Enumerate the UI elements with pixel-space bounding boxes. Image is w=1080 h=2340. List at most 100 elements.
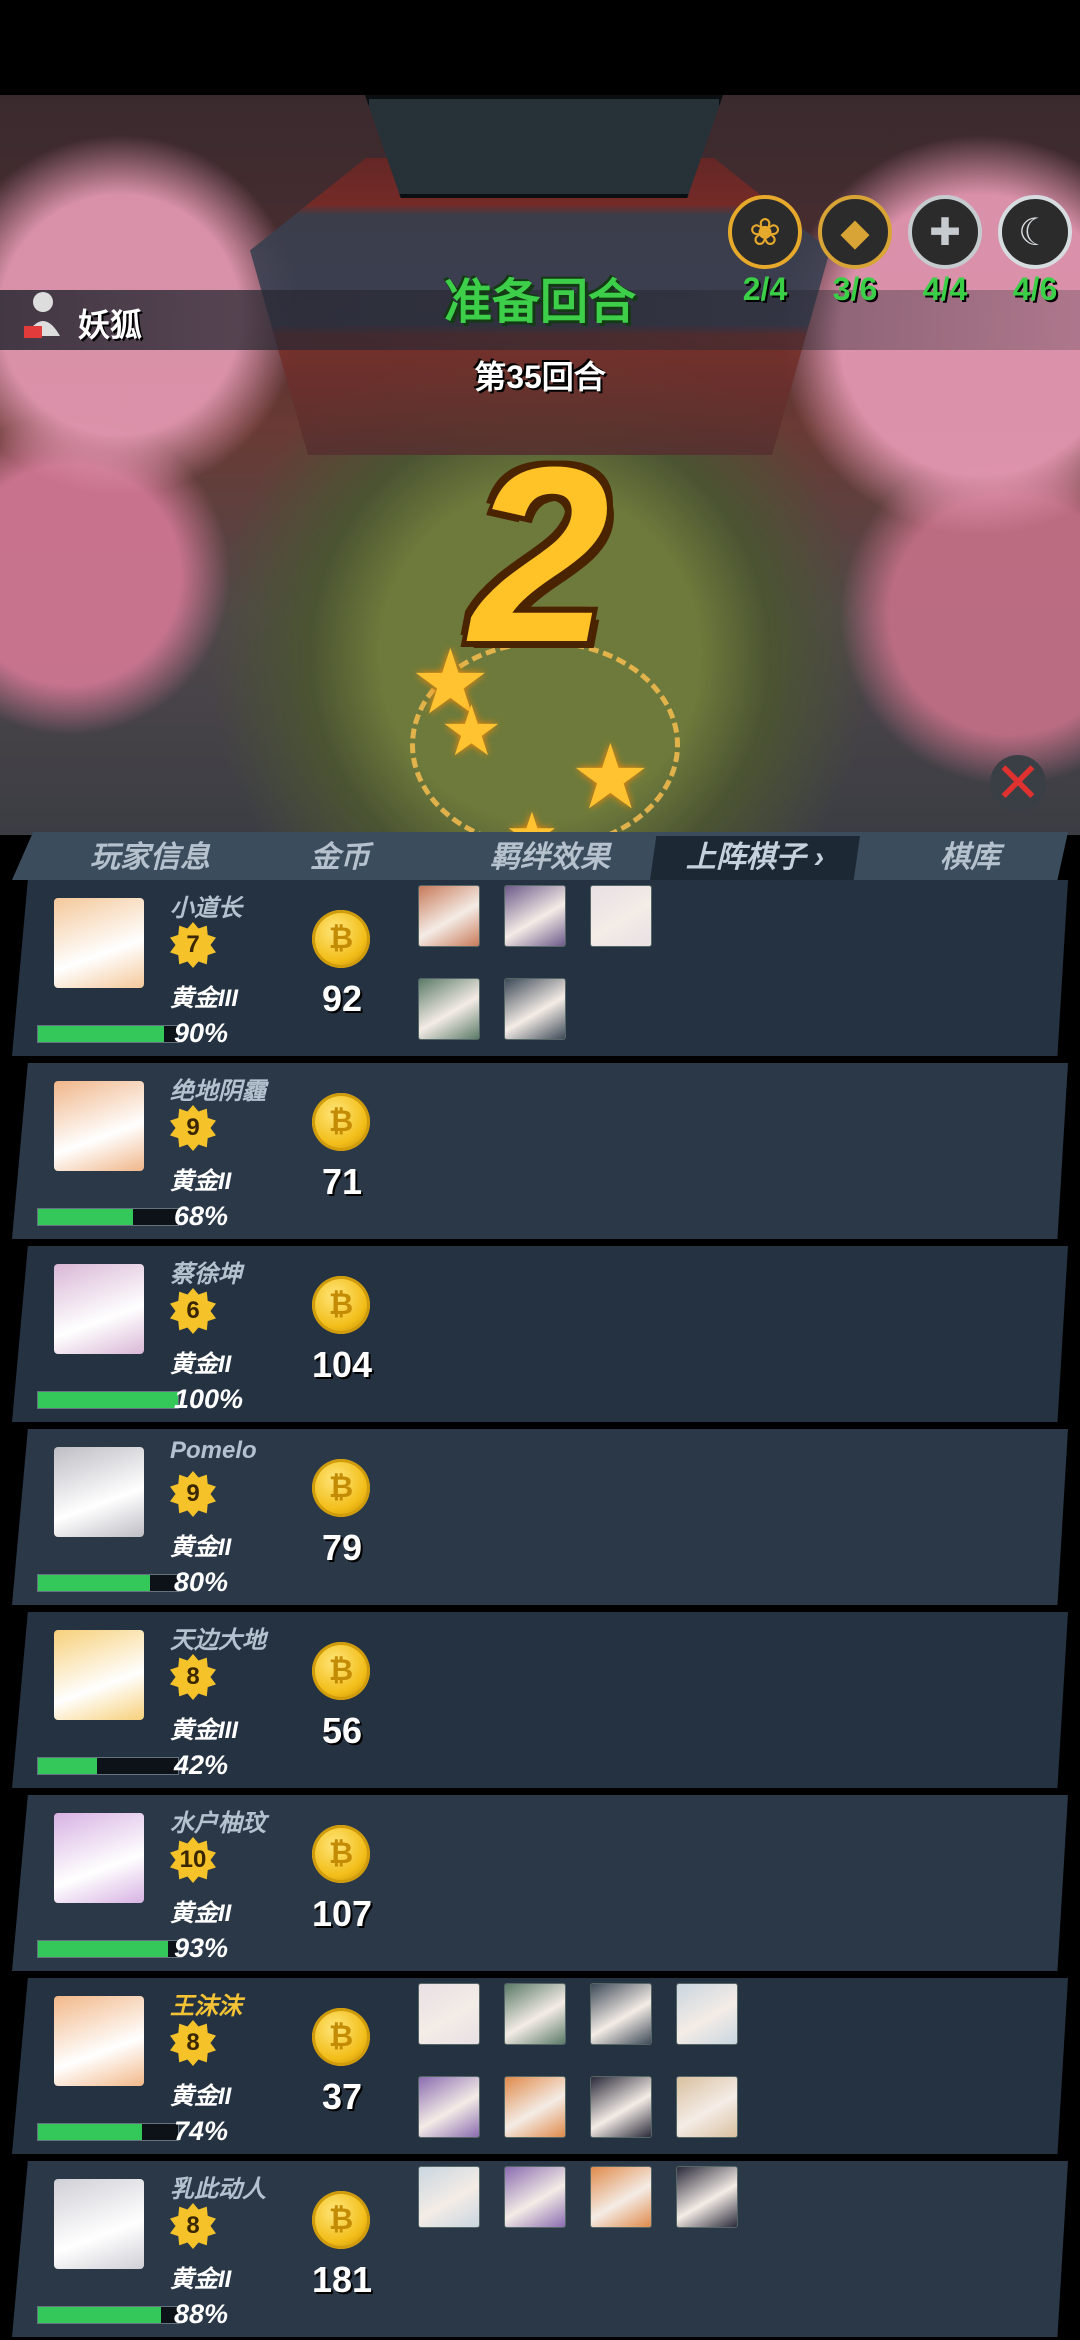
champion-portrait[interactable] <box>590 2076 652 2138</box>
health-bar <box>37 1025 179 1043</box>
countdown-number: 2 <box>470 415 610 694</box>
health-percent: 74% <box>174 2116 229 2146</box>
level-badge: 9 <box>170 1471 216 1517</box>
synergy-count: 3/6 <box>832 271 878 307</box>
tab-synergy[interactable]: 羁绊效果 <box>460 836 640 880</box>
avatar[interactable] <box>54 898 144 988</box>
player-row[interactable]: Pomelo 9 黄金II 80% ₿ 79 <box>12 1429 1068 1605</box>
level-badge: 6 <box>170 1288 216 1334</box>
level-badge: 7 <box>170 922 216 968</box>
avatar[interactable] <box>54 1813 144 1903</box>
coin-icon: ₿ <box>312 1825 370 1883</box>
tab-gold[interactable]: 金币 <box>285 836 395 880</box>
avatar[interactable] <box>54 1996 144 2086</box>
player-icon <box>24 292 60 338</box>
player-name: 绝地阴霾 <box>170 1078 266 1105</box>
health-percent: 90% <box>174 1018 229 1048</box>
star-icon: ★ <box>440 692 503 770</box>
avatar[interactable] <box>54 1081 144 1171</box>
champion-portrait[interactable] <box>590 2166 652 2228</box>
level-value: 7 <box>186 931 200 958</box>
champion-portrait[interactable] <box>504 2076 566 2138</box>
top-banner-plate <box>365 95 723 198</box>
player-name: 蔡徐坤 <box>170 1261 242 1288</box>
level-badge: 9 <box>170 1105 216 1151</box>
health-percent: 42% <box>174 1750 229 1780</box>
champion-portrait[interactable] <box>590 1983 652 2045</box>
health-bar-fill <box>38 1941 169 1957</box>
champion-portrait[interactable] <box>504 885 566 947</box>
player-row[interactable]: 乳此动人 8 黄金II 88% ₿ 181 <box>12 2161 1068 2337</box>
health-percent: 68% <box>174 1201 229 1231</box>
coin-icon: ₿ <box>312 910 370 968</box>
champion-portrait[interactable] <box>504 978 566 1040</box>
champion-portrait[interactable] <box>676 2076 738 2138</box>
level-badge: 8 <box>170 1654 216 1700</box>
champion-portrait[interactable] <box>676 1983 738 2045</box>
rank-label: 黄金II <box>170 2083 232 2110</box>
lotus-icon: ❀ <box>728 195 802 269</box>
player-row[interactable]: 王沫沫 8 黄金II 74% ₿ 37 <box>12 1978 1068 2154</box>
synergy-1[interactable]: ◆ 3/6 <box>810 195 900 308</box>
coin-symbol: ₿ <box>328 922 354 955</box>
health-percent: 80% <box>174 1567 229 1597</box>
champion-portrait[interactable] <box>418 885 480 947</box>
avatar[interactable] <box>54 2179 144 2269</box>
health-bar <box>37 1391 179 1409</box>
player-row[interactable]: 天边大地 8 黄金III 42% ₿ 56 <box>12 1612 1068 1788</box>
level-value: 8 <box>186 2029 200 2056</box>
avatar[interactable] <box>54 1264 144 1354</box>
level-value: 8 <box>186 1663 200 1690</box>
avatar[interactable] <box>54 1630 144 1720</box>
gem-icon: ◆ <box>818 195 892 269</box>
champion-portrait[interactable] <box>504 2166 566 2228</box>
champion-portrait[interactable] <box>418 2076 480 2138</box>
player-row[interactable]: 小道长 7 黄金III 90% ₿ 92 <box>12 880 1068 1056</box>
health-bar <box>37 1940 179 1958</box>
phase-title: 准备回合 <box>443 276 636 329</box>
tab-player-info[interactable]: 玩家信息 <box>60 836 240 880</box>
champion-portrait[interactable] <box>418 2166 480 2228</box>
gold-amount: 71 <box>321 1161 363 1202</box>
round-label: 第35回合 <box>474 359 606 395</box>
gold-amount: 181 <box>311 2259 373 2300</box>
player-name: 天边大地 <box>170 1627 266 1654</box>
health-bar-fill <box>38 2124 142 2140</box>
champion-portrait[interactable] <box>590 885 652 947</box>
coin-symbol: ₿ <box>328 1654 354 1687</box>
level-value: 8 <box>186 2212 200 2239</box>
level-badge: 10 <box>170 1837 216 1883</box>
level-value: 9 <box>186 1114 200 1141</box>
player-name: Pomelo <box>170 1437 257 1464</box>
synergy-0[interactable]: ❀ 2/4 <box>720 195 810 308</box>
champion-portrait[interactable] <box>418 1983 480 2045</box>
level-value: 10 <box>179 1846 207 1873</box>
player-row[interactable]: 水户柚玟 10 黄金II 93% ₿ 107 <box>12 1795 1068 1971</box>
current-player-name: 妖狐 <box>78 307 143 343</box>
level-badge: 8 <box>170 2203 216 2249</box>
player-list: 小道长 7 黄金III 90% ₿ 92 绝地阴霾 9 黄金II 68% ₿ 71 蔡徐坤 6 黄金II 10… <box>0 880 1080 2340</box>
synergy-count: 4/6 <box>1012 271 1058 307</box>
avatar[interactable] <box>54 1447 144 1537</box>
status-bar <box>0 0 1080 95</box>
player-row[interactable]: 绝地阴霾 9 黄金II 68% ₿ 71 <box>12 1063 1068 1239</box>
coin-symbol: ₿ <box>328 1471 354 1504</box>
tab-deployed-pieces[interactable]: 上阵棋子 › <box>650 836 860 880</box>
player-row[interactable]: 蔡徐坤 6 黄金II 100% ₿ 104 <box>12 1246 1068 1422</box>
champion-portrait[interactable] <box>504 1983 566 2045</box>
player-name: 小道长 <box>170 895 242 922</box>
synergy-2[interactable]: ✚ 4/4 <box>900 195 990 308</box>
champion-portrait[interactable] <box>676 2166 738 2228</box>
synergy-count: 2/4 <box>742 271 788 307</box>
synergy-3[interactable]: ☾ 4/6 <box>990 195 1080 308</box>
tab-piece-library[interactable]: 棋库 <box>890 836 1050 880</box>
rank-label: 黄金III <box>170 1717 239 1744</box>
champion-portrait[interactable] <box>418 978 480 1040</box>
moon-icon: ☾ <box>998 195 1072 269</box>
rank-label: 黄金II <box>170 1168 232 1195</box>
health-bar-fill <box>38 1392 178 1408</box>
close-button[interactable]: ✕ <box>990 751 1046 814</box>
tab-deployed-pieces-label: 上阵棋子 <box>685 841 806 874</box>
health-bar <box>37 2123 179 2141</box>
health-bar-fill <box>38 1209 134 1225</box>
